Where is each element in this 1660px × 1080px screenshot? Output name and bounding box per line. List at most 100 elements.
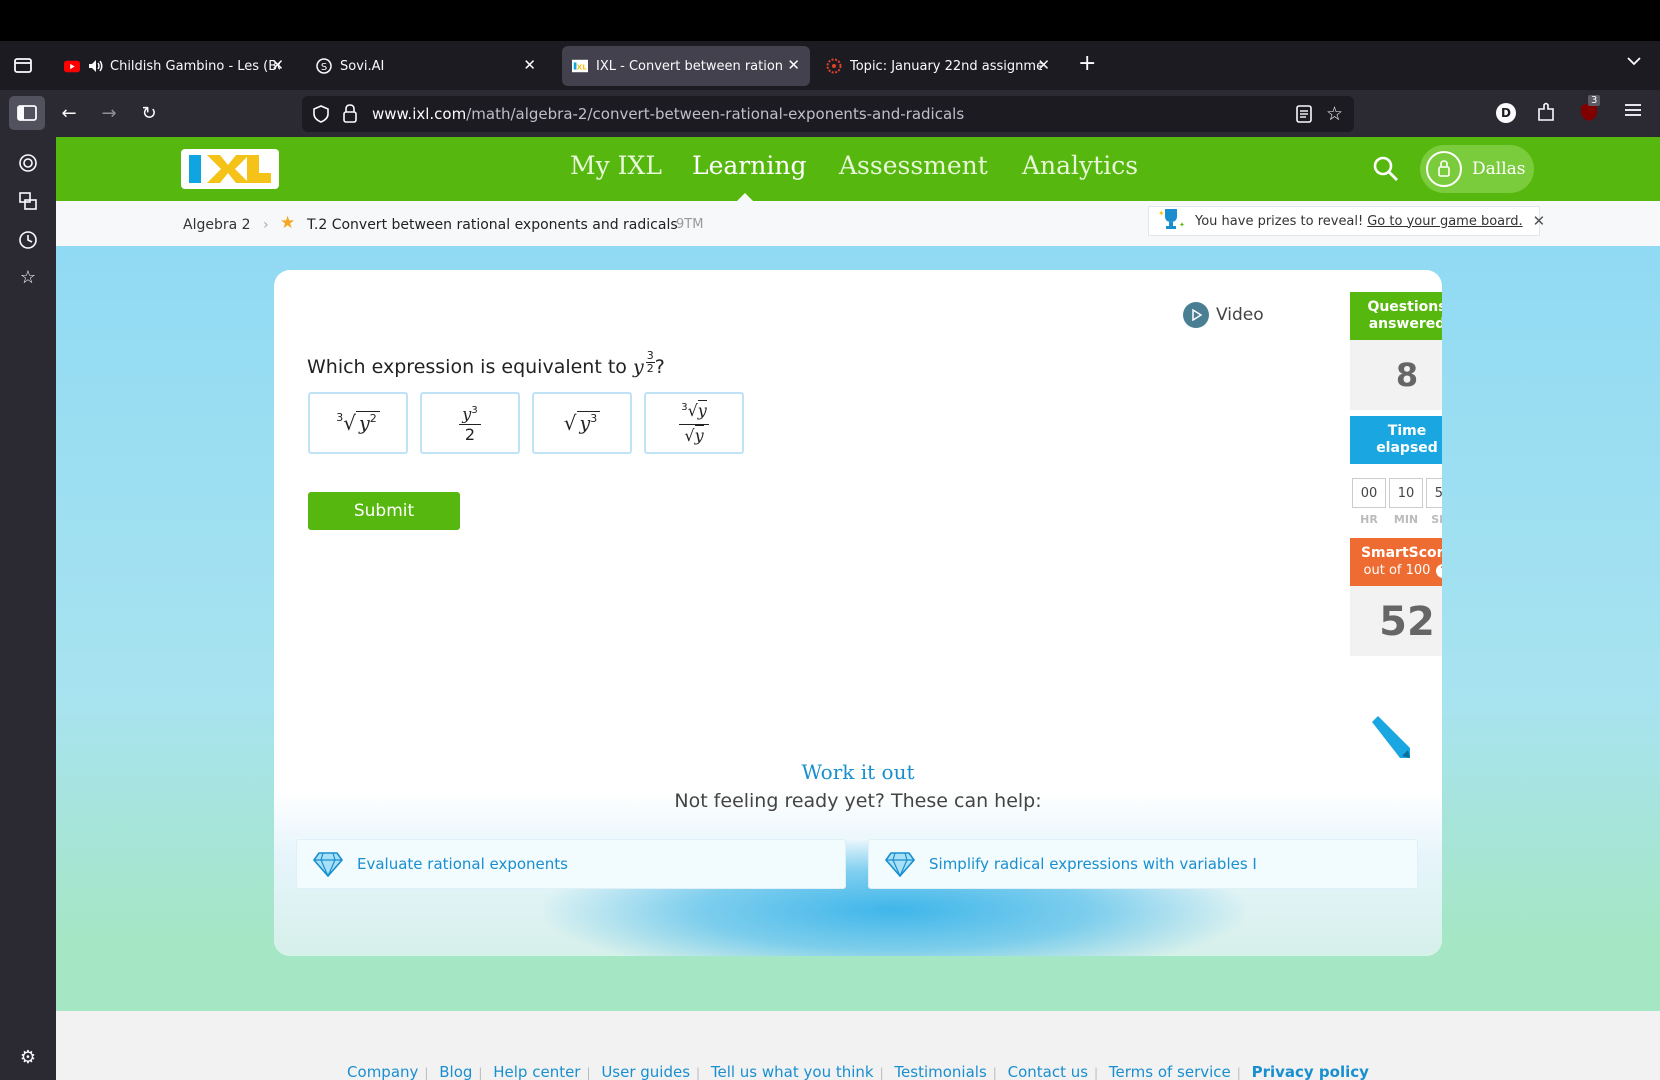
help-link-simplify-radical-expressions[interactable]: Simplify radical expressions with variab… (868, 839, 1418, 889)
speaker-icon[interactable] (88, 58, 104, 74)
browser-toolbar: ← → ↻ www.ixl.com/math/algebra-2/convert… (0, 90, 1660, 137)
sidebar-toggle-button[interactable] (9, 96, 45, 130)
shield-icon[interactable] (312, 105, 330, 127)
footer-link-user-guides[interactable]: User guides (601, 1063, 690, 1080)
bookmark-star-icon[interactable]: ☆ (1326, 103, 1343, 125)
breadcrumb-separator-icon: › (263, 217, 269, 233)
url-bar[interactable]: www.ixl.com/math/algebra-2/convert-betwe… (302, 96, 1354, 132)
user-account-button[interactable]: Dallas (1420, 145, 1534, 193)
play-icon (1183, 302, 1209, 328)
youtube-icon (64, 58, 80, 74)
help-link-label: Evaluate rational exponents (357, 855, 568, 873)
svg-text:XL: XL (577, 63, 587, 72)
svg-text:S: S (321, 62, 327, 73)
diamond-icon (885, 852, 915, 877)
time-elapsed-header: Time elapsed (1350, 416, 1442, 464)
question-exponent: 32 (645, 349, 655, 375)
url-domain: www.ixl.com (372, 105, 467, 123)
breadcrumb-level[interactable]: Algebra 2 (183, 217, 251, 233)
footer-links: Company | Blog | Help center | User guides |… (347, 1063, 1369, 1080)
svg-text:✦: ✦ (1179, 221, 1185, 229)
footer-link-terms[interactable]: Terms of service (1109, 1063, 1231, 1080)
pencil-scratchpad-icon[interactable] (1366, 714, 1412, 764)
footer-link-help-center[interactable]: Help center (493, 1063, 580, 1080)
game-board-link[interactable]: Go to your game board. (1367, 214, 1522, 229)
help-question-icon[interactable]: ? (1436, 563, 1442, 578)
skill-code: 9TM (676, 217, 704, 232)
search-icon[interactable] (1372, 155, 1400, 183)
footer-link-testimonials[interactable]: Testimonials (894, 1063, 986, 1080)
ublock-extension-icon[interactable]: 3 (1578, 95, 1601, 123)
help-link-evaluate-rational-exponents[interactable]: Evaluate rational exponents (296, 839, 846, 889)
submit-button[interactable]: Submit (308, 492, 460, 530)
extension-badge: 3 (1588, 95, 1601, 106)
footer-link-contact-us[interactable]: Contact us (1008, 1063, 1088, 1080)
tab-label: Topic: January 22nd assignmen (850, 58, 1042, 74)
tab-overview-icon[interactable] (12, 54, 34, 76)
extensions-puzzle-icon[interactable] (1536, 101, 1556, 127)
time-hours: 00 (1352, 478, 1386, 508)
smartscore-value: 52 (1350, 586, 1442, 656)
time-minutes-label: MIN (1393, 513, 1419, 526)
tab-topic-assignment[interactable]: Topic: January 22nd assignmen ✕ (816, 46, 1060, 86)
question-variable: y (632, 356, 644, 378)
work-it-out-title: Work it out (801, 760, 915, 784)
history-clock-icon[interactable] (16, 228, 40, 252)
canvas-logo-icon (826, 58, 842, 74)
page-footer: Company | Blog | Help center | User guides |… (56, 1011, 1660, 1080)
new-tab-button[interactable]: + (1078, 51, 1096, 76)
close-icon[interactable]: ✕ (523, 56, 536, 74)
time-hours-label: HR (1360, 513, 1378, 526)
answer-choice-sqrt-y-cubed[interactable]: √ y3 (532, 392, 632, 454)
video-button[interactable]: Video (1183, 302, 1264, 328)
answer-choice-cube-root-y-squared[interactable]: 3 √ y2 (308, 392, 408, 454)
nav-analytics[interactable]: Analytics (1022, 151, 1138, 180)
ixl-favicon-icon: XL (572, 58, 588, 74)
tab-list-chevron-icon[interactable] (1626, 53, 1642, 73)
answer-choice-cube-root-y-over-sqrt-y[interactable]: 3√y √y (644, 392, 744, 454)
diamond-icon (313, 852, 343, 877)
question-text: Which expression is equivalent to (307, 356, 627, 378)
reader-view-icon[interactable] (1296, 105, 1312, 127)
footer-link-company[interactable]: Company (347, 1063, 418, 1080)
reload-icon[interactable]: ↻ (136, 100, 162, 126)
ixl-page: My IXL Learning Assessment Analytics Dal… (56, 137, 1660, 1080)
tab-sovi-ai[interactable]: S Sovi.AI ✕ (306, 46, 546, 86)
bookmarks-star-icon[interactable]: ☆ (16, 265, 40, 289)
close-icon[interactable]: ✕ (1037, 56, 1050, 74)
synced-tabs-icon[interactable] (16, 189, 40, 213)
tab-label: Sovi.AI (340, 58, 385, 74)
questions-answered-value: 8 (1350, 340, 1442, 410)
answer-choice-y-cubed-over-2[interactable]: y3 2 (420, 392, 520, 454)
settings-gear-icon[interactable]: ⚙ (16, 1045, 40, 1069)
back-arrow-icon[interactable]: ← (56, 100, 82, 126)
screen-top-black-bar (0, 0, 1660, 41)
breadcrumb: Algebra 2 › ★ T.2 Convert between ration… (56, 201, 1660, 246)
nav-learning[interactable]: Learning (692, 151, 806, 180)
star-icon: ★ (280, 213, 296, 233)
time-minutes: 10 (1389, 478, 1423, 508)
lock-icon[interactable] (342, 104, 358, 128)
close-icon[interactable]: ✕ (271, 56, 284, 74)
nav-my-ixl[interactable]: My IXL (570, 151, 662, 180)
footer-link-blog[interactable]: Blog (439, 1063, 472, 1080)
footer-link-privacy-policy[interactable]: Privacy policy (1252, 1063, 1369, 1080)
tab-ixl[interactable]: XL IXL - Convert between rational e ✕ (562, 46, 810, 86)
nav-assessment[interactable]: Assessment (839, 151, 988, 180)
radical-icon: √ (563, 411, 577, 435)
ixl-logo[interactable] (181, 149, 279, 189)
footer-link-feedback[interactable]: Tell us what you think (711, 1063, 874, 1080)
time-seconds: 51 (1426, 478, 1442, 508)
tab-childish-gambino[interactable]: Childish Gambino - Les (Be ✕ (54, 46, 294, 86)
close-icon[interactable]: ✕ (1533, 212, 1546, 230)
chatgpt-icon[interactable] (16, 151, 40, 175)
tab-label: Childish Gambino - Les (Be (110, 58, 280, 74)
profile-avatar[interactable]: D (1496, 103, 1516, 123)
svg-text:✦: ✦ (1158, 209, 1165, 218)
close-icon[interactable]: ✕ (787, 56, 800, 74)
menu-hamburger-icon[interactable] (1624, 102, 1642, 122)
active-nav-caret (737, 193, 753, 201)
user-avatar-icon (1426, 151, 1462, 187)
ixl-nav-bar: My IXL Learning Assessment Analytics Dal… (56, 137, 1660, 201)
forward-arrow-icon[interactable]: → (96, 100, 122, 126)
